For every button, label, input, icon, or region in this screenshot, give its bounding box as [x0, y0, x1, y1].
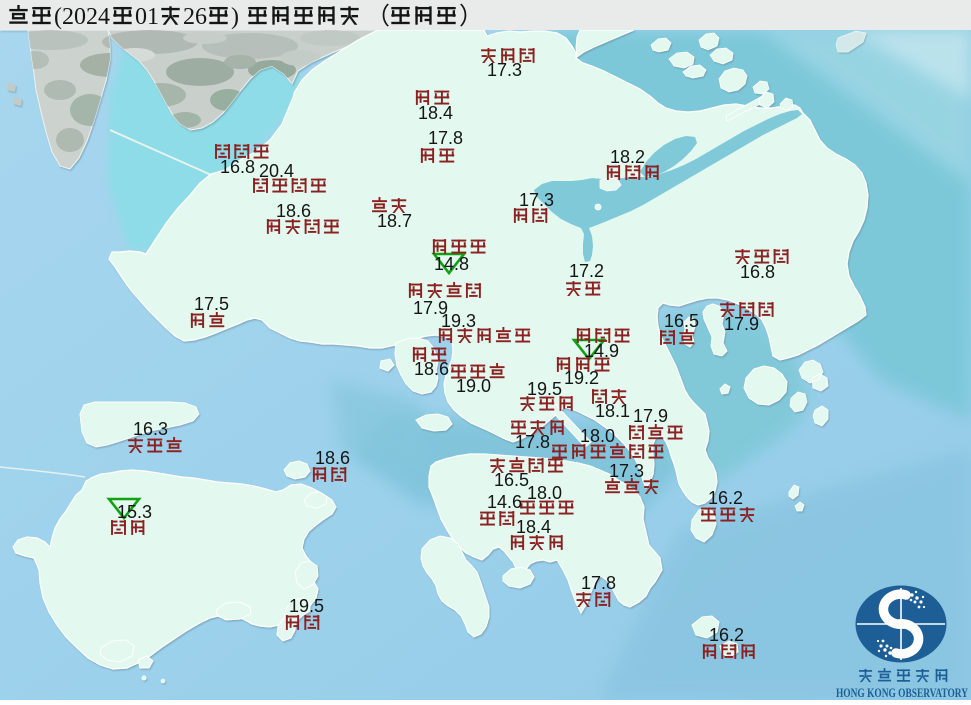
- svg-text:17.3: 17.3: [609, 461, 644, 481]
- svg-text:17.3: 17.3: [487, 60, 522, 80]
- svg-text:19.0: 19.0: [456, 376, 491, 396]
- svg-text:（: （: [366, 4, 390, 30]
- svg-text:16.8: 16.8: [220, 157, 255, 177]
- svg-text:）: ）: [459, 4, 483, 30]
- svg-text:19.5: 19.5: [289, 596, 324, 616]
- svg-text:16.3: 16.3: [133, 419, 168, 439]
- svg-text:17.8: 17.8: [581, 573, 616, 593]
- svg-text:17.3: 17.3: [519, 190, 554, 210]
- svg-text:17.8: 17.8: [428, 128, 463, 148]
- svg-text:16.2: 16.2: [708, 488, 743, 508]
- svg-text:19.2: 19.2: [564, 368, 599, 388]
- svg-text:18.0: 18.0: [527, 483, 562, 503]
- svg-text:17.5: 17.5: [194, 294, 229, 314]
- svg-text:18.1: 18.1: [595, 401, 630, 421]
- svg-text:18.0: 18.0: [580, 426, 615, 446]
- svg-text:18.7: 18.7: [377, 211, 412, 231]
- svg-text:19.5: 19.5: [527, 379, 562, 399]
- svg-text:17.9: 17.9: [633, 406, 668, 426]
- svg-text:20.4: 20.4: [259, 161, 294, 181]
- svg-text:18.6: 18.6: [276, 201, 311, 221]
- svg-text:18.4: 18.4: [418, 103, 453, 123]
- svg-text:16.5: 16.5: [494, 470, 529, 490]
- svg-text:17.2: 17.2: [569, 261, 604, 281]
- svg-text:17.8: 17.8: [515, 432, 550, 452]
- svg-text:18.2: 18.2: [610, 147, 645, 167]
- svg-text:15.3: 15.3: [117, 502, 152, 522]
- svg-text:14.6: 14.6: [487, 492, 522, 512]
- svg-text:18.4: 18.4: [516, 517, 551, 537]
- svg-text:26: 26: [183, 4, 207, 30]
- svg-text:16.8: 16.8: [740, 262, 775, 282]
- svg-text:18.6: 18.6: [414, 359, 449, 379]
- svg-text:16.2: 16.2: [709, 625, 744, 645]
- svg-text:HONG KONG OBSERVATORY: HONG KONG OBSERVATORY: [836, 686, 968, 700]
- svg-text:17.9: 17.9: [724, 314, 759, 334]
- svg-text:(2024: (2024: [54, 4, 110, 30]
- svg-text:14.8: 14.8: [434, 254, 469, 274]
- svg-text:18.6: 18.6: [315, 448, 350, 468]
- svg-text:16.5: 16.5: [664, 311, 699, 331]
- svg-text:01: 01: [135, 4, 159, 30]
- svg-text:): ): [231, 4, 239, 30]
- svg-text:19.3: 19.3: [441, 311, 476, 331]
